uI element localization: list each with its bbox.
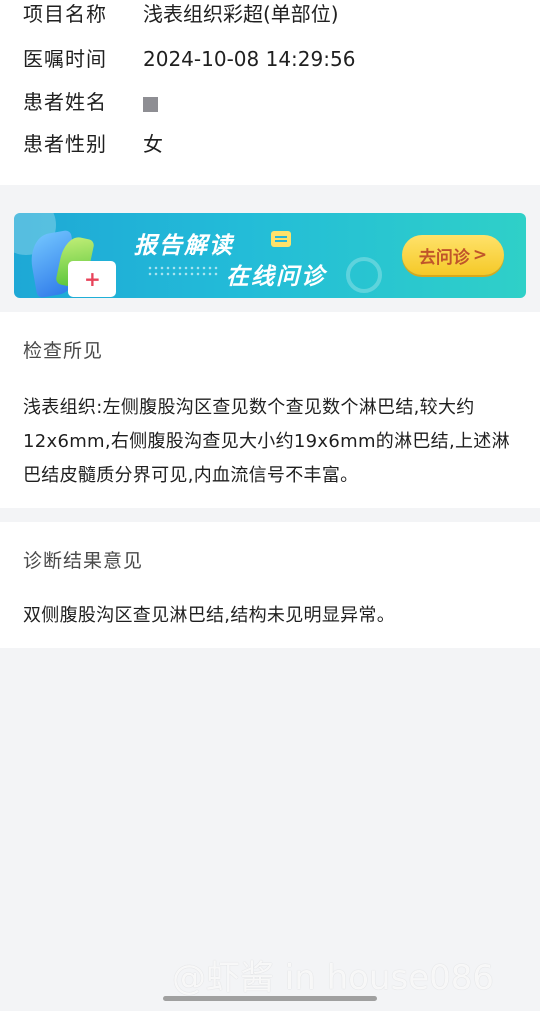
findings-body: 浅表组织:左侧腹股沟区查见数个查见数个淋巴结,较大约12x6mm,右侧腹股沟查见…: [23, 397, 510, 486]
patient-name-redacted: [143, 96, 158, 112]
order-time-value: 2024-10-08 14:29:56: [143, 47, 356, 71]
patient-gender-label: 患者性别: [23, 132, 107, 156]
diagnosis-section: 诊断结果意见 双侧腹股沟区查见淋巴结,结构未见明显异常。: [0, 522, 540, 648]
banner-subtitle: 在线问诊: [226, 264, 326, 290]
chevron-right-icon: >: [472, 245, 488, 265]
patient-gender-value: 女: [143, 132, 163, 156]
info-row-patient-name: 患者姓名: [23, 86, 523, 118]
banner-title: 报告解读: [134, 233, 234, 259]
info-row-item-name: 项目名称 浅表组织彩超(单部位): [23, 0, 523, 30]
item-name-label: 项目名称: [23, 2, 107, 26]
chat-bubble-icon: [271, 231, 291, 247]
banner-area: + 报告解读 在线问诊 去问诊 >: [0, 185, 540, 312]
dot-pattern-icon: [147, 265, 219, 277]
go-consult-label: 去问诊: [418, 247, 470, 268]
diagnosis-title: 诊断结果意见: [23, 550, 144, 572]
info-row-patient-gender: 患者性别 女: [23, 128, 523, 160]
info-row-order-time: 医嘱时间 2024-10-08 14:29:56: [23, 43, 523, 75]
watermark: @虾酱 in house086: [172, 958, 495, 998]
medical-cross-icon: +: [84, 267, 101, 291]
diagnosis-body: 双侧腹股沟区查见淋巴结,结构未见明显异常。: [23, 605, 396, 626]
home-indicator[interactable]: [163, 996, 377, 1001]
patient-name-label: 患者姓名: [23, 90, 107, 114]
findings-title: 检查所见: [23, 340, 104, 362]
order-time-label: 医嘱时间: [23, 47, 107, 71]
go-consult-button[interactable]: 去问诊 >: [402, 235, 504, 275]
online-consultation-banner[interactable]: + 报告解读 在线问诊 去问诊 >: [14, 213, 526, 298]
decor-ring-icon: [346, 257, 382, 293]
patient-info-card: 项目名称 浅表组织彩超(单部位) 医嘱时间 2024-10-08 14:29:5…: [0, 0, 540, 185]
findings-section: 检查所见 浅表组织:左侧腹股沟区查见数个查见数个淋巴结,较大约12x6mm,右侧…: [0, 312, 540, 508]
medical-kit-icon: +: [68, 261, 116, 297]
item-name-value: 浅表组织彩超(单部位): [143, 2, 339, 26]
